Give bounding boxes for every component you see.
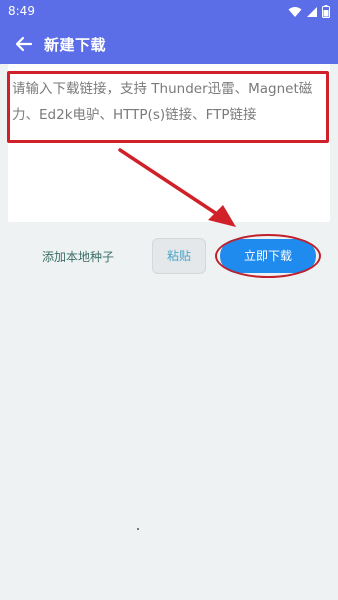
page-title: 新建下载 xyxy=(44,36,107,54)
download-link-input[interactable] xyxy=(12,70,324,142)
battery-icon xyxy=(322,5,330,18)
status-icons xyxy=(288,5,330,18)
add-local-torrent-link[interactable]: 添加本地种子 xyxy=(42,248,114,265)
back-button[interactable] xyxy=(12,32,36,56)
signal-icon xyxy=(307,6,317,17)
wifi-icon xyxy=(288,6,302,17)
status-bar: 8:49 xyxy=(0,0,338,24)
arrow-left-icon xyxy=(15,36,33,52)
app-bar: 新建下载 xyxy=(0,24,338,64)
paste-button[interactable]: 粘贴 xyxy=(152,238,206,274)
download-now-button[interactable]: 立即下载 xyxy=(220,239,316,273)
dot-mark xyxy=(137,528,139,530)
status-time: 8:49 xyxy=(8,4,35,18)
